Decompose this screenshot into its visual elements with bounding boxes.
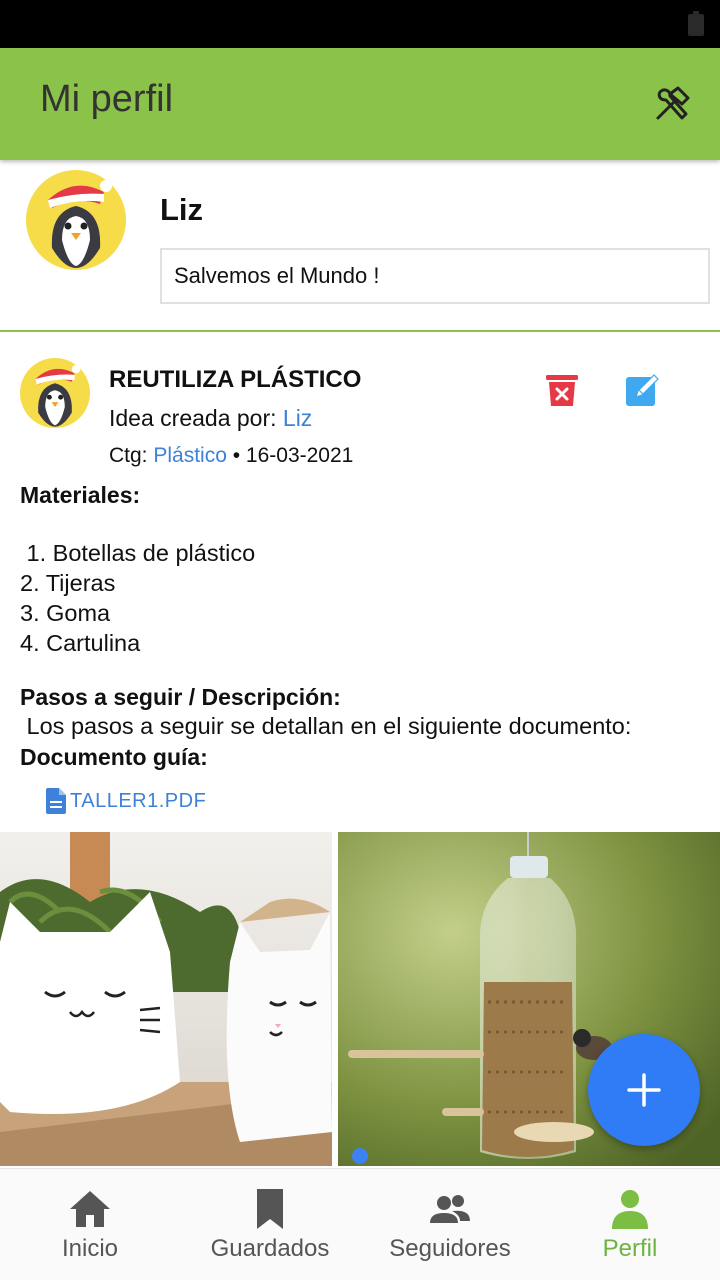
status-bar [0, 0, 720, 48]
battery-icon [688, 11, 704, 36]
app-bar: Mi perfil [0, 48, 720, 160]
list-item: 4. Cartulina [20, 630, 141, 656]
cat-planters-image [0, 832, 332, 1166]
nav-item-perfil[interactable]: Perfil [540, 1169, 720, 1280]
author-link[interactable]: Liz [283, 405, 312, 431]
nav-label: Seguidores [389, 1235, 511, 1262]
list-item: 2. Tijeras [20, 570, 116, 596]
guide-heading: Documento guía: [20, 744, 208, 770]
nav-item-seguidores[interactable]: Seguidores [360, 1169, 540, 1280]
category-link[interactable]: Plástico [153, 444, 227, 467]
add-idea-button[interactable] [588, 1034, 700, 1146]
profile-bio-field[interactable]: Salvemos el Mundo ! [160, 248, 710, 304]
nav-label: Guardados [210, 1235, 330, 1262]
nav-label: Inicio [61, 1235, 119, 1262]
nav-item-inicio[interactable]: Inicio [0, 1169, 180, 1280]
materials-list: 1. Botellas de plástico 2. Tijeras 3. Go… [20, 538, 255, 658]
meta-separator: • [226, 444, 246, 467]
bottom-navigation: Inicio Guardados Seguidores Perfil [0, 1168, 720, 1280]
edit-icon[interactable] [624, 372, 660, 408]
profile-header: Liz Salvemos el Mundo ! [0, 160, 720, 332]
plus-icon [627, 1073, 661, 1107]
bookmark-icon [257, 1189, 283, 1229]
nav-label: Perfil [602, 1235, 658, 1262]
page-title: Mi perfil [40, 78, 174, 120]
idea-meta: Ctg: Plástico • 16-03-2021 [109, 444, 353, 468]
person-icon [612, 1190, 648, 1229]
nav-item-guardados[interactable]: Guardados [180, 1169, 360, 1280]
home-icon [70, 1191, 110, 1227]
list-item: 3. Goma [20, 600, 111, 626]
idea-date: 16-03-2021 [245, 444, 354, 467]
materials-heading: Materiales: [20, 482, 141, 508]
delete-icon[interactable] [544, 372, 580, 408]
tools-icon[interactable] [652, 84, 694, 126]
guide-file-name: TALLER1.PDF [70, 789, 207, 812]
guide-document-link[interactable]: TALLER1.PDF [46, 788, 206, 814]
avatar [26, 170, 126, 270]
carousel-indicator[interactable] [352, 1148, 368, 1164]
document-icon [46, 788, 66, 814]
created-by-label: Idea creada por: [109, 405, 283, 431]
idea-title: REUTILIZA PLÁSTICO [109, 366, 362, 393]
category-label: Ctg: [109, 444, 154, 467]
author-avatar [20, 358, 90, 428]
profile-name: Liz [160, 192, 204, 227]
steps-description: Los pasos a seguir se detallan en el sig… [20, 713, 632, 739]
idea-author-line: Idea creada por: Liz [109, 405, 312, 432]
steps-heading: Pasos a seguir / Descripción: [20, 684, 341, 710]
list-item: 1. Botellas de plástico [20, 540, 256, 566]
people-icon [430, 1195, 470, 1223]
